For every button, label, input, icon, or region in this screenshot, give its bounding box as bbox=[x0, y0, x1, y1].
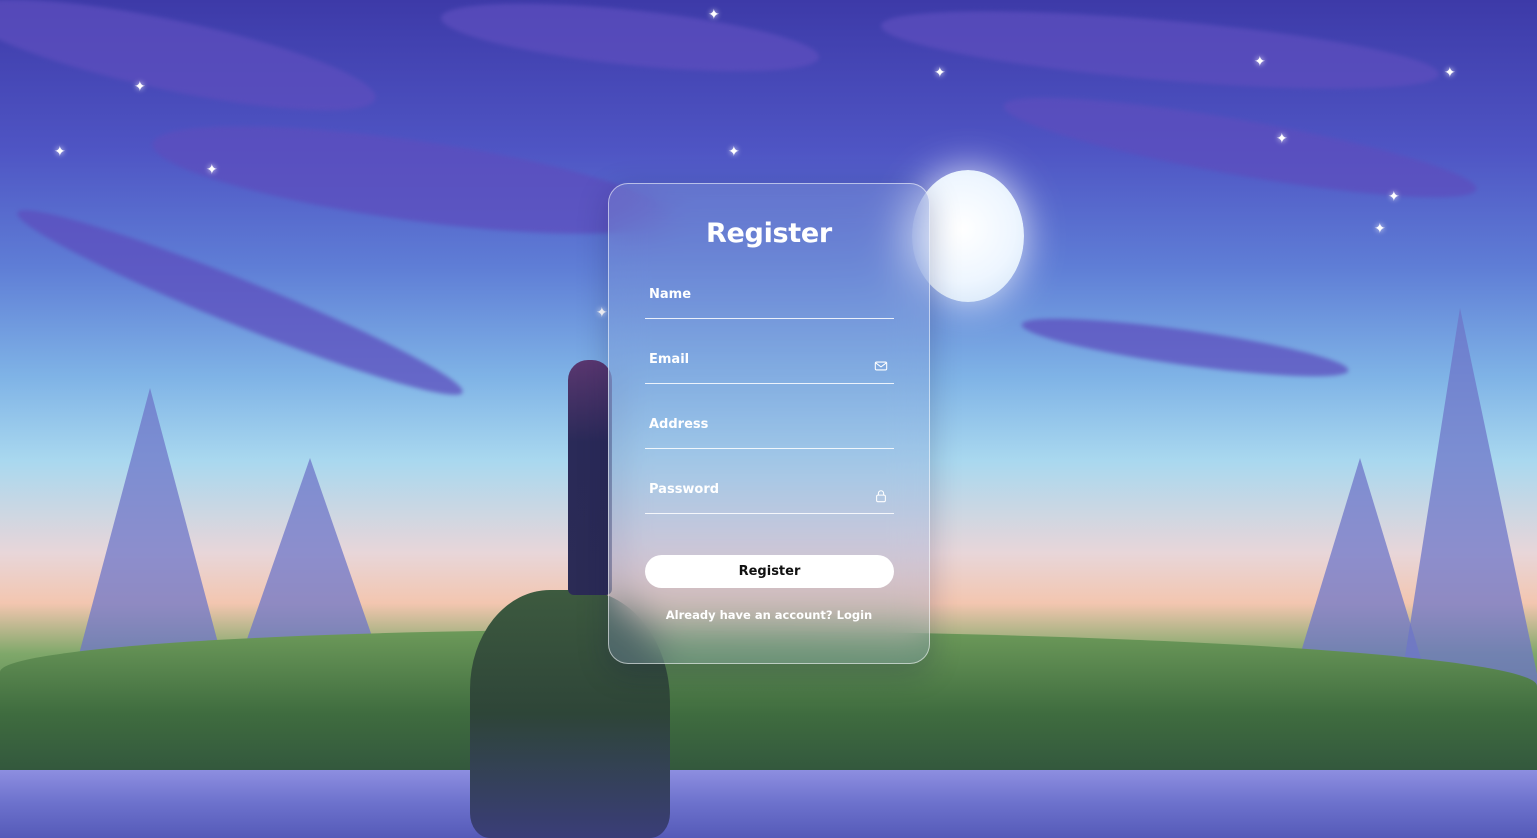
star: ✦ bbox=[134, 79, 146, 95]
register-title: Register bbox=[706, 218, 832, 249]
login-prompt: Already have an account? Login bbox=[609, 608, 929, 622]
mountain bbox=[1400, 308, 1537, 688]
email-input[interactable] bbox=[645, 344, 894, 383]
cloud bbox=[0, 0, 383, 133]
password-field[interactable]: Password bbox=[645, 474, 894, 514]
star: ✦ bbox=[206, 162, 218, 178]
envelope-icon bbox=[874, 361, 888, 371]
login-link[interactable]: Login bbox=[837, 608, 873, 622]
water bbox=[0, 770, 1537, 838]
star: ✦ bbox=[1276, 131, 1288, 147]
email-field[interactable]: Email bbox=[645, 344, 894, 384]
star: ✦ bbox=[1374, 221, 1386, 237]
star: ✦ bbox=[1254, 54, 1266, 70]
password-input[interactable] bbox=[645, 474, 894, 513]
cloud bbox=[9, 191, 471, 414]
lock-icon bbox=[876, 490, 886, 503]
standing-figure bbox=[568, 360, 612, 595]
register-card: Register Name Email Address Password Reg… bbox=[608, 183, 930, 664]
register-button[interactable]: Register bbox=[645, 555, 894, 588]
star: ✦ bbox=[1444, 65, 1456, 81]
star: ✦ bbox=[54, 144, 66, 160]
login-prompt-text: Already have an account? bbox=[665, 608, 833, 622]
star: ✦ bbox=[1388, 189, 1400, 205]
cloud bbox=[438, 0, 822, 85]
address-input[interactable] bbox=[645, 409, 894, 448]
cloud bbox=[878, 0, 1442, 105]
name-input[interactable] bbox=[645, 279, 894, 318]
cloud bbox=[998, 78, 1482, 217]
star: ✦ bbox=[728, 144, 740, 160]
cloud bbox=[146, 104, 674, 256]
address-field[interactable]: Address bbox=[645, 409, 894, 449]
name-field[interactable]: Name bbox=[645, 279, 894, 319]
star: ✦ bbox=[708, 7, 720, 23]
star: ✦ bbox=[596, 305, 608, 321]
star: ✦ bbox=[934, 65, 946, 81]
cloud bbox=[1019, 307, 1351, 388]
